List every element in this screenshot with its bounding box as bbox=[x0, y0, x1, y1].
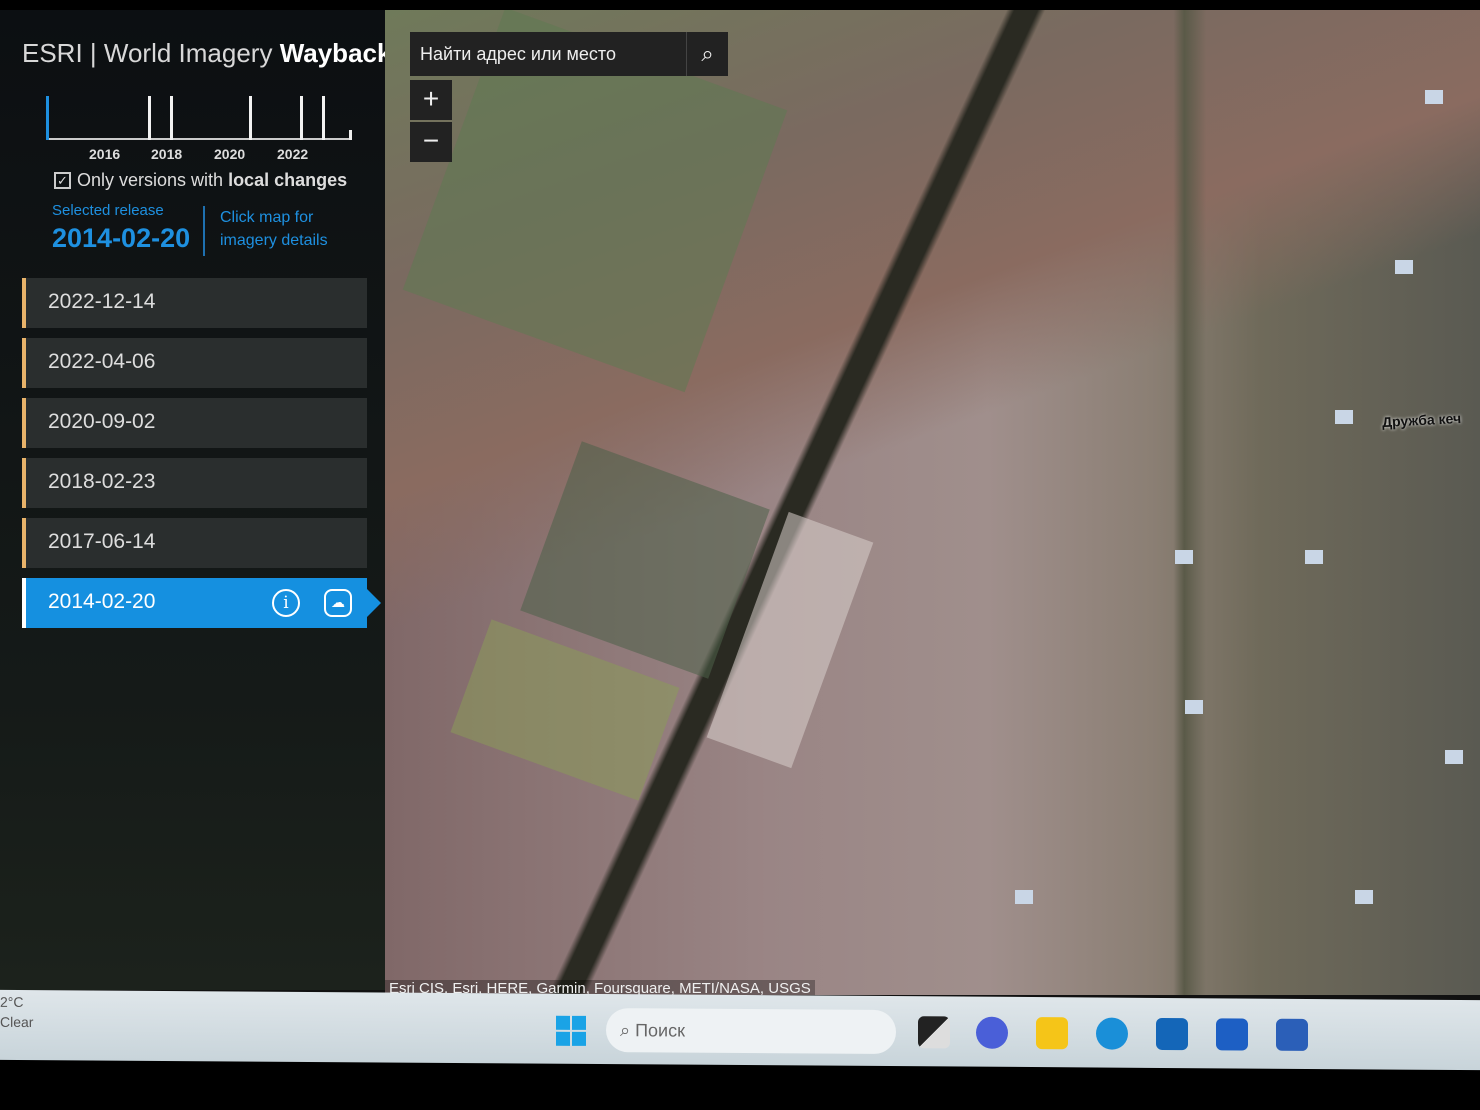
year-label: 2016 bbox=[89, 146, 121, 162]
release-date: 2014-02-20 bbox=[48, 590, 156, 613]
timeline-release-marker[interactable] bbox=[249, 96, 252, 140]
selected-release-date: 2014-02-20 bbox=[52, 223, 191, 253]
release-item[interactable]: 2017-06-14 bbox=[22, 518, 367, 568]
meet-icon[interactable] bbox=[976, 1016, 1008, 1049]
building bbox=[1395, 260, 1413, 274]
release-item[interactable]: 2020-09-02 bbox=[22, 398, 367, 448]
zoom-in-button[interactable]: + bbox=[410, 80, 452, 120]
timeline-release-marker[interactable] bbox=[148, 96, 151, 140]
checkbox-checked-icon[interactable]: ✓ bbox=[54, 172, 71, 189]
store-icon[interactable] bbox=[1156, 1017, 1188, 1051]
building bbox=[1305, 550, 1323, 564]
building bbox=[1445, 750, 1463, 764]
zoom-out-button[interactable]: − bbox=[410, 122, 452, 162]
axis-tick bbox=[349, 130, 352, 140]
release-date: 2022-12-14 bbox=[48, 290, 156, 313]
word-icon[interactable] bbox=[1276, 1018, 1308, 1051]
windows-start-icon[interactable] bbox=[556, 1015, 586, 1046]
timeline-release-marker[interactable] bbox=[300, 96, 303, 140]
building bbox=[1335, 410, 1353, 424]
info-icon[interactable]: i bbox=[272, 589, 300, 617]
screen: ESRI | World Imagery Wayback 2016 2018 2… bbox=[0, 10, 1480, 1000]
selected-release-label: Selected release bbox=[52, 202, 164, 219]
task-view-icon[interactable] bbox=[918, 1016, 950, 1049]
building bbox=[1425, 90, 1443, 104]
imagery-details-hint: Click map for imagery details bbox=[220, 209, 328, 249]
selected-release: Selected release 2014-02-20 bbox=[52, 202, 190, 254]
building bbox=[1175, 550, 1193, 564]
release-date: 2018-02-23 bbox=[48, 470, 156, 493]
checkbox-label: Only versions with local changes bbox=[77, 170, 348, 190]
timeline[interactable]: 2016 2018 2020 2022 bbox=[40, 90, 360, 162]
release-date: 2020-09-02 bbox=[48, 410, 156, 433]
sidebar: ESRI | World Imagery Wayback 2016 2018 2… bbox=[0, 10, 392, 990]
weather-widget[interactable]: 2°C Clear bbox=[0, 992, 33, 1032]
release-item[interactable]: 2018-02-23 bbox=[22, 458, 367, 508]
weather-temp: 2°C bbox=[0, 993, 24, 1010]
file-explorer-icon[interactable] bbox=[1036, 1017, 1068, 1050]
release-item[interactable]: 2022-12-14 bbox=[22, 278, 367, 328]
weather-desc: Clear bbox=[0, 1013, 34, 1031]
release-item-active[interactable]: 2014-02-20 i ☁ bbox=[22, 578, 381, 628]
search-box[interactable]: Найти адрес или место ⌕ bbox=[410, 32, 728, 76]
release-date: 2022-04-06 bbox=[48, 350, 156, 373]
year-label: 2020 bbox=[214, 146, 246, 162]
app-title: ESRI | World Imagery Wayback bbox=[22, 38, 392, 68]
map-view[interactable] bbox=[385, 10, 1480, 995]
local-changes-checkbox[interactable]: ✓ Only versions with local changes bbox=[54, 170, 347, 191]
release-item[interactable]: 2022-04-06 bbox=[22, 338, 367, 388]
search-input[interactable]: Найти адрес или место bbox=[410, 32, 686, 76]
scanner-icon[interactable] bbox=[1216, 1018, 1248, 1051]
cloud-download-icon[interactable]: ☁ bbox=[324, 589, 352, 617]
year-label: 2018 bbox=[151, 146, 183, 162]
edge-icon[interactable] bbox=[1096, 1017, 1128, 1050]
release-list: 2022-12-14 2022-04-06 2020-09-02 2018-02… bbox=[22, 278, 381, 638]
timeline-release-marker-selected[interactable] bbox=[46, 96, 49, 140]
divider bbox=[203, 206, 205, 256]
building bbox=[1185, 700, 1203, 714]
search-icon[interactable]: ⌕ bbox=[686, 32, 728, 76]
taskbar-search-placeholder: Поиск bbox=[635, 1020, 685, 1041]
timeline-release-marker[interactable] bbox=[170, 96, 173, 140]
timeline-axis bbox=[46, 138, 351, 140]
year-label: 2022 bbox=[277, 146, 309, 162]
release-date: 2017-06-14 bbox=[48, 530, 156, 553]
building bbox=[1355, 890, 1373, 904]
timeline-release-marker[interactable] bbox=[322, 96, 325, 140]
taskbar: 2°C Clear ⌕ Поиск bbox=[0, 989, 1480, 1071]
building bbox=[1015, 890, 1033, 904]
taskbar-search[interactable]: ⌕ Поиск bbox=[606, 1008, 896, 1055]
